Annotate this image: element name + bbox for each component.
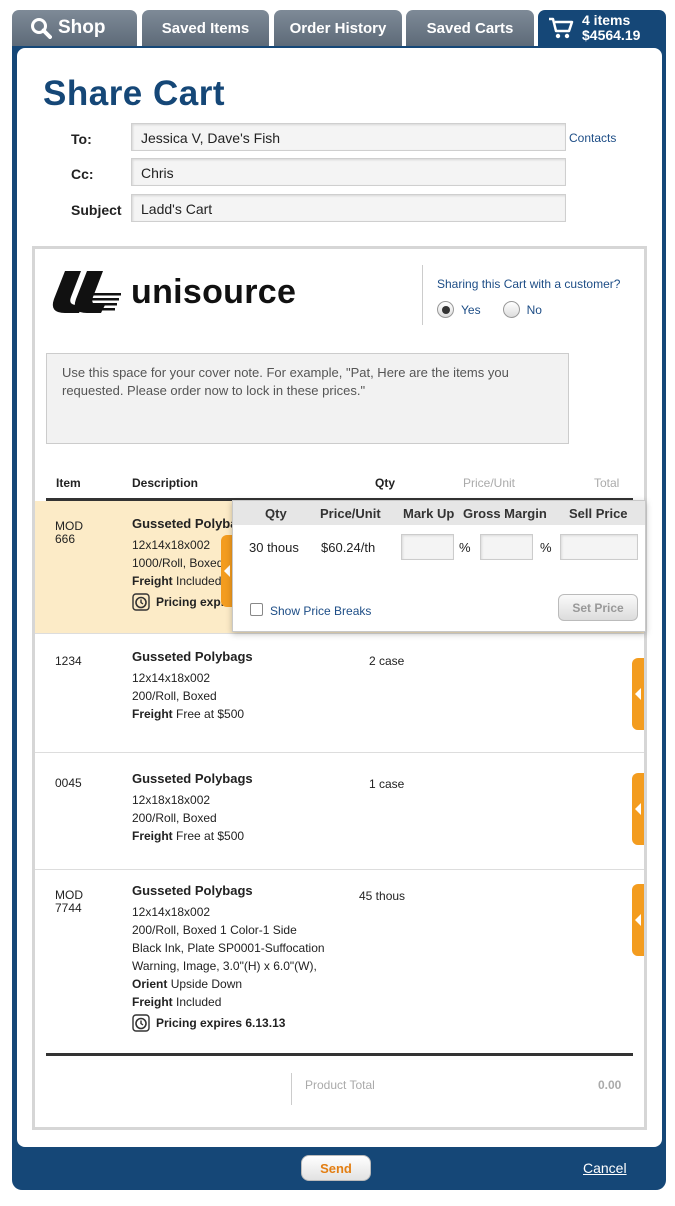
table-row: 1234 Gusseted Polybags 12x14x18x002 200/… (35, 634, 644, 753)
no-radio[interactable] (502, 301, 520, 318)
tab-saved-carts-label: Saved Carts (426, 19, 514, 37)
row-qty: 45 thous (359, 889, 406, 903)
product-total-value: 0.00 (598, 1078, 622, 1092)
cc-label: Cc: (71, 166, 94, 182)
table-row: 0045 Gusseted Polybags 12x18x18x002 200/… (35, 753, 644, 870)
row-qty: 2 case (369, 654, 405, 668)
pricing-expires: Pricing expires 6.13.13 (132, 1014, 325, 1032)
popover-header-price-unit: Price/Unit (320, 505, 381, 521)
search-icon (31, 18, 52, 39)
footer-rule (46, 1053, 633, 1056)
tab-order-history[interactable]: Order History (274, 10, 402, 46)
cart-icon (549, 17, 574, 39)
to-field[interactable]: Jessica V, Dave's Fish (131, 123, 566, 151)
popover-qty: 30 thous (249, 540, 299, 555)
gross-margin-percent: % (540, 540, 552, 555)
subject-field[interactable]: Ladd's Cart (131, 194, 566, 222)
show-price-breaks-checkbox[interactable] (250, 603, 263, 616)
yes-radio-dot (441, 305, 450, 314)
cancel-link[interactable]: Cancel (583, 1160, 627, 1176)
row-title: Gusseted Polybags (132, 771, 253, 786)
tab-saved-carts[interactable]: Saved Carts (406, 10, 534, 46)
unisource-logo-mark (52, 271, 121, 313)
yes-radio[interactable] (437, 301, 454, 318)
unisource-logo-text: unisource (131, 272, 297, 311)
table-row: MOD 7744 Gusseted Polybags 12x14x18x002 … (35, 870, 644, 1053)
popover-price-unit: $60.24/th (321, 540, 376, 555)
no-radio-label: No (526, 302, 542, 317)
set-price-button[interactable]: Set Price (558, 594, 638, 621)
price-popover: Qty Price/Unit Mark Up Gross Margin Sell… (232, 500, 646, 632)
unisource-logo: unisource (47, 269, 296, 315)
row-item-number: MOD 666 (55, 519, 83, 546)
sharing-question: Sharing this Cart with a customer? Yes N… (422, 265, 620, 325)
row-description: Gusseted Polybags 12x18x18x002 200/Roll,… (132, 771, 253, 843)
row-item-number: 1234 (55, 654, 82, 668)
alarm-clock-icon (132, 1014, 150, 1032)
footer-bar: Send Cancel (12, 1147, 666, 1190)
to-label: To: (71, 131, 92, 147)
row-description: Gusseted Polybags 12x14x18x002 200/Roll,… (132, 649, 253, 721)
cart-count: 4 items (582, 12, 631, 28)
cc-field[interactable]: Chris (131, 158, 566, 186)
product-total-label: Product Total (305, 1078, 375, 1092)
price-flyout-handle[interactable] (632, 658, 644, 730)
popover-header-markup: Mark Up (403, 505, 455, 521)
page-title: Share Cart (43, 74, 226, 113)
tab-shop-label: Shop (58, 17, 106, 38)
header-price-unit: Price/Unit (463, 476, 516, 490)
price-flyout-handle[interactable] (632, 884, 644, 956)
contacts-link[interactable]: Contacts (569, 131, 616, 145)
tab-shop[interactable]: Shop (12, 10, 137, 46)
show-price-breaks-label[interactable]: Show Price Breaks (270, 604, 371, 618)
header-description: Description (132, 476, 199, 490)
header-item: Item (56, 476, 81, 490)
cart-total: $4564.19 (582, 27, 641, 43)
alarm-clock-icon (132, 593, 150, 611)
subject-label: Subject (71, 202, 122, 218)
markup-percent: % (459, 540, 471, 555)
popover-header-gross-margin: Gross Margin (463, 505, 547, 521)
tab-saved-items-label: Saved Items (161, 19, 250, 37)
total-divider (291, 1073, 292, 1105)
price-flyout-handle[interactable] (632, 773, 644, 845)
row-item-number: MOD 7744 (55, 888, 83, 915)
row-qty: 1 case (369, 777, 405, 791)
gross-margin-input[interactable] (480, 534, 533, 560)
popover-header-qty: Qty (265, 505, 287, 521)
send-button[interactable]: Send (301, 1155, 371, 1181)
sharing-question-text: Sharing this Cart with a customer? (437, 277, 621, 291)
header-qty: Qty (375, 476, 396, 490)
row-item-number: 0045 (55, 776, 82, 790)
tab-order-history-label: Order History (289, 19, 387, 37)
popover-header-sell-price: Sell Price (569, 505, 628, 521)
cover-note-textarea[interactable]: Use this space for your cover note. For … (46, 353, 569, 444)
markup-input[interactable] (401, 534, 454, 560)
tab-saved-items[interactable]: Saved Items (142, 10, 269, 46)
sell-price-input[interactable] (560, 534, 638, 560)
popover-header: Qty Price/Unit Mark Up Gross Margin Sell… (233, 501, 645, 525)
cart-preview: unisource Sharing this Cart with a custo… (32, 246, 647, 1130)
row-description: Gusseted Polybags 12x14x18x002 200/Roll,… (132, 883, 325, 1032)
yes-radio-label: Yes (461, 302, 481, 317)
row-title: Gusseted Polybags (132, 649, 253, 664)
tab-cart[interactable]: 4 items $4564.19 (538, 10, 666, 46)
header-total: Total (594, 476, 620, 490)
row-title: Gusseted Polybags (132, 883, 253, 898)
